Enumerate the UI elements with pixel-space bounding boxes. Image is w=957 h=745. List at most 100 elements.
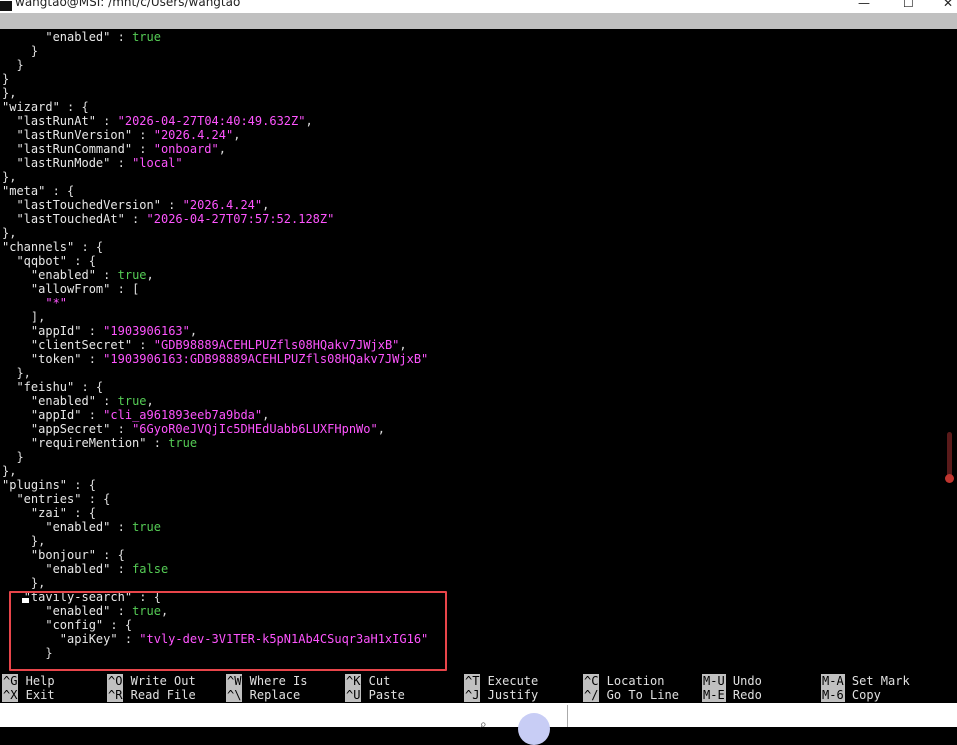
editor-line[interactable]: "lastTouchedVersion" : "2026.4.24", xyxy=(2,198,269,212)
shortcut-label: Set Mark xyxy=(844,674,910,688)
shortcut-label: Undo xyxy=(725,674,762,688)
shortcut-label: Help xyxy=(18,674,55,688)
json-punctuation: : xyxy=(110,30,133,44)
json-string: "2026.4.24" xyxy=(153,128,234,142)
editor-line[interactable]: } xyxy=(2,58,23,72)
editor-line[interactable]: "enabled" : true, xyxy=(2,394,154,408)
editor-line[interactable]: "entries" : { xyxy=(2,492,110,506)
taskbar-search-icon[interactable]: ⌕ xyxy=(480,717,487,732)
editor-line[interactable]: "plugins" : { xyxy=(2,478,96,492)
nano-header-bar: GNU nano 6.2 /home/wangtao/.openclaw/ope… xyxy=(0,13,957,60)
json-punctuation: : xyxy=(110,156,133,170)
editor-area[interactable]: "enabled" : true } }}}, "wizard" : { "las… xyxy=(0,29,957,673)
json-punctuation xyxy=(2,422,31,436)
json-key: "feishu" xyxy=(16,380,75,394)
editor-line[interactable]: "qqbot" : { xyxy=(2,254,95,268)
json-punctuation xyxy=(2,548,31,562)
json-punctuation: }, xyxy=(2,534,46,548)
shortcut-copy[interactable]: M-6 Copy xyxy=(821,688,881,702)
editor-line[interactable]: "bonjour" : { xyxy=(2,548,125,562)
shortcut-label: Justify xyxy=(480,688,539,702)
terminal-icon xyxy=(0,1,12,11)
editor-line[interactable]: }, xyxy=(2,576,45,590)
editor-line[interactable]: "zai" : { xyxy=(2,506,96,520)
scroll-indicator-knob[interactable] xyxy=(945,474,954,483)
editor-line[interactable]: "lastRunAt" : "2026-04-27T04:40:49.632Z"… xyxy=(2,114,312,128)
json-punctuation: : xyxy=(81,324,104,338)
scroll-indicator[interactable] xyxy=(947,432,952,478)
shortcut-key: ^U xyxy=(345,688,362,702)
editor-line[interactable]: "lastTouchedAt" : "2026-04-27T07:57:52.1… xyxy=(2,212,334,226)
editor-line[interactable]: "lastRunVersion" : "2026.4.24", xyxy=(2,128,240,142)
shortcut-label: Write Out xyxy=(123,674,196,688)
shortcut-justify[interactable]: ^J Justify xyxy=(464,688,538,702)
json-punctuation: : { xyxy=(74,240,104,254)
editor-line[interactable]: "*" xyxy=(2,296,67,310)
editor-line[interactable]: "enabled" : false xyxy=(2,562,168,576)
shortcut-help[interactable]: ^G Help xyxy=(2,674,55,688)
shortcut-key: ^C xyxy=(583,674,600,688)
shortcut-key: ^X xyxy=(2,688,19,702)
json-punctuation xyxy=(2,114,16,128)
shortcut-key: ^G xyxy=(2,674,19,688)
editor-line[interactable]: }, xyxy=(2,464,16,478)
editor-line[interactable]: } xyxy=(2,44,38,58)
close-button[interactable]: ✕ xyxy=(943,0,953,10)
editor-line[interactable]: "lastRunCommand" : "onboard", xyxy=(2,142,226,156)
taskbar-app-icon[interactable] xyxy=(518,713,550,745)
shortcut-execute[interactable]: ^T Execute xyxy=(464,674,538,688)
json-key: "enabled" xyxy=(45,30,111,44)
json-punctuation: : xyxy=(132,338,154,352)
shortcut-paste[interactable]: ^U Paste xyxy=(345,688,405,702)
json-key: "enabled" xyxy=(45,520,111,534)
editor-line[interactable]: "allowFrom" : [ xyxy=(2,282,139,296)
editor-line[interactable]: "appSecret" : "6GyoR0eJVQjIc5DHEdUabb6LU… xyxy=(2,422,385,436)
json-punctuation xyxy=(2,394,31,408)
editor-line[interactable]: "wizard" : { xyxy=(2,100,89,114)
editor-line[interactable]: "requireMention" : true xyxy=(2,436,197,450)
shortcut-label: Exit xyxy=(18,688,55,702)
editor-line[interactable]: "appId" : "cli_a961893eeb7a9bda", xyxy=(2,408,269,422)
json-literal: true xyxy=(117,394,147,408)
shortcut-go-to-line[interactable]: ^/ Go To Line xyxy=(583,688,679,702)
editor-line[interactable]: }, xyxy=(2,170,16,184)
json-literal: true xyxy=(168,436,198,450)
editor-line[interactable]: }, xyxy=(2,86,16,100)
editor-line[interactable]: "feishu" : { xyxy=(2,380,103,394)
shortcut-cut[interactable]: ^K Cut xyxy=(345,674,390,688)
json-punctuation: : xyxy=(124,212,147,226)
editor-line[interactable]: } xyxy=(2,72,9,86)
shortcut-undo[interactable]: M-U Undo xyxy=(702,674,762,688)
editor-line[interactable]: "token" : "1903906163:GDB98889ACEHLPUZfl… xyxy=(2,352,428,366)
shortcut-location[interactable]: ^C Location xyxy=(583,674,664,688)
editor-line[interactable]: "channels" : { xyxy=(2,240,103,254)
shortcut-replace[interactable]: ^\ Replace xyxy=(226,688,300,702)
editor-line[interactable]: "enabled" : true xyxy=(2,520,161,534)
json-punctuation xyxy=(2,520,45,534)
editor-line[interactable]: }, xyxy=(2,366,30,380)
editor-line[interactable]: ], xyxy=(2,310,45,324)
maximize-button[interactable]: ☐ xyxy=(903,0,914,10)
editor-line[interactable]: } xyxy=(2,450,23,464)
shortcut-key: M-6 xyxy=(821,688,845,702)
shortcut-key: ^/ xyxy=(583,688,600,702)
shortcut-where-is[interactable]: ^W Where Is xyxy=(226,674,307,688)
editor-line[interactable]: "meta" : { xyxy=(2,184,74,198)
shortcut-exit[interactable]: ^X Exit xyxy=(2,688,55,702)
window-titlebar[interactable]: wangtao@MSI: /mnt/c/Users/wangtao — ☐ ✕ xyxy=(0,0,957,13)
editor-line[interactable]: "lastRunMode" : "local" xyxy=(2,156,182,170)
shortcut-read-file[interactable]: ^R Read File xyxy=(107,688,196,702)
editor-line[interactable]: "appId" : "1903906163", xyxy=(2,324,197,338)
shortcut-write-out[interactable]: ^O Write Out xyxy=(107,674,196,688)
editor-line[interactable]: }, xyxy=(2,226,16,240)
editor-line[interactable]: "enabled" : true xyxy=(2,30,161,44)
minimize-button[interactable]: — xyxy=(858,0,870,10)
shortcut-label: Replace xyxy=(242,688,301,702)
editor-line[interactable]: "enabled" : true, xyxy=(2,268,154,282)
shortcut-label: Go To Line xyxy=(599,688,679,702)
shortcut-redo[interactable]: M-E Redo xyxy=(702,688,762,702)
editor-line[interactable]: "clientSecret" : "GDB98889ACEHLPUZfls08H… xyxy=(2,338,407,352)
json-punctuation: }, xyxy=(2,576,46,590)
editor-line[interactable]: }, xyxy=(2,534,45,548)
shortcut-set-mark[interactable]: M-A Set Mark xyxy=(821,674,910,688)
